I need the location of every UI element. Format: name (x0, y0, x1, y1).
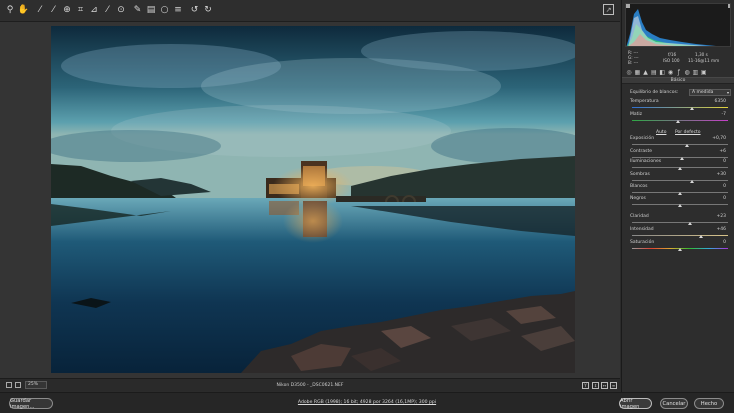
tab-basic-icon[interactable]: ◎ (626, 69, 632, 76)
slider-thumb[interactable] (676, 120, 681, 123)
slider-thumb[interactable] (678, 204, 682, 207)
file-name: Nikon D3500 - _DSC0621.NEF (276, 383, 344, 388)
tab-calibration-icon[interactable]: ◍ (684, 69, 690, 76)
tab-hsl-icon[interactable]: ▤ (651, 69, 657, 76)
settings-menu-icon[interactable]: ≡ (610, 382, 617, 389)
straighten-icon[interactable]: ⊿ (88, 4, 100, 18)
panel-tabs: ◎ ▦ ▲ ▤ ◧ ◉ ƒ ◍ ▥ ▣ (624, 68, 732, 77)
slider-value[interactable]: 0 (706, 159, 726, 164)
white-balance-icon[interactable]: ⁄ (34, 4, 46, 18)
slider-label: Temperatura (630, 99, 659, 104)
adjustment-brush-icon[interactable]: ✎ (132, 4, 144, 18)
tab-snapshots-icon[interactable]: ▣ (701, 69, 707, 76)
chevron-down-icon: ▾ (726, 90, 729, 95)
auto-button[interactable]: Auto (656, 130, 666, 135)
fullscreen-toggle-icon[interactable]: ↗ (603, 4, 614, 15)
zoom-icon[interactable]: ⚲ (4, 4, 16, 18)
slider-value[interactable]: +6 (706, 149, 726, 154)
iso-value: ISO 100 (663, 58, 680, 63)
open-image-button[interactable]: Abrir imagen (619, 398, 652, 410)
slider-label: Saturación (630, 240, 655, 245)
slider-value[interactable]: +30 (706, 172, 727, 177)
tab-detail-icon[interactable]: ▲ (643, 69, 649, 76)
slider-value[interactable]: +0,70 (706, 136, 726, 141)
red-eye-icon[interactable]: ⊙ (115, 4, 127, 18)
white-balance-label: Equilibrio de blancos: (630, 90, 679, 95)
slider-thumb[interactable] (687, 222, 692, 225)
cancel-button[interactable]: Cancelar (660, 398, 688, 409)
slider-label: Blancos (630, 184, 648, 189)
tool-bar: ⚲ ✋ ⁄ ⁄ ⊕ ⌗ ⊿ ⁄ ⊙ ✎ ▤ ○ ≡ ↺ ↻ ↗ (0, 0, 620, 22)
panel-title: Básico (622, 77, 734, 84)
slider-thumb[interactable] (689, 180, 694, 183)
adjustments-panel: R: --- G: --- B: --- f/16 1,30 s ISO 100… (621, 0, 734, 392)
slider-track[interactable] (632, 180, 728, 181)
slider-thumb[interactable] (679, 157, 684, 160)
status-bar: 25% Nikon D3500 - _DSC0621.NEF Y ⇕ ↔ ≡ (0, 378, 620, 391)
filmstrip-toggle-icon[interactable]: Y (582, 382, 589, 389)
bottom-bar: Guardar imagen... Adobe RGB (1998); 16 b… (0, 392, 734, 413)
shadow-clipping-icon[interactable] (626, 4, 630, 8)
slider-label: Sombras (630, 172, 650, 177)
done-button[interactable]: Hecho (694, 398, 724, 409)
targeted-adjustment-icon[interactable]: ⊕ (61, 4, 73, 18)
tool-group: ⚲ ✋ ⁄ ⁄ ⊕ ⌗ ⊿ ⁄ ⊙ ✎ ▤ ○ ≡ ↺ ↻ (4, 4, 216, 18)
slider-value[interactable]: +23 (706, 214, 727, 219)
slider-track[interactable] (632, 107, 728, 108)
swap-settings-icon[interactable]: ↔ (601, 382, 608, 389)
slider-value[interactable]: +46 (706, 227, 727, 232)
image-canvas (0, 22, 620, 378)
aperture-value: f/16 (668, 52, 677, 57)
slider-track[interactable] (632, 222, 728, 223)
highlight-clipping-icon[interactable] (728, 4, 731, 8)
slider-track[interactable] (632, 235, 728, 236)
slider-thumb[interactable] (684, 144, 689, 147)
color-sampler-icon[interactable]: ⁄ (48, 4, 60, 18)
rgb-readout: R: --- G: --- B: --- (628, 50, 639, 65)
lens-value: 11-16@11 mm (688, 58, 720, 63)
radial-filter-icon[interactable]: ○ (159, 4, 171, 18)
slider-label: Matiz (630, 112, 643, 117)
slider-label: Claridad (630, 214, 649, 219)
white-balance-select[interactable]: A medida ▾ (689, 89, 731, 96)
slider-thumb[interactable] (699, 235, 704, 238)
slider-label: Contraste (630, 149, 652, 154)
slider-thumb[interactable] (678, 192, 682, 195)
slider-value[interactable]: 0 (706, 240, 726, 245)
rotate-left-icon[interactable]: ↺ (189, 4, 201, 18)
histogram (625, 3, 731, 47)
histogram-graph (626, 4, 731, 46)
slider-value[interactable]: 6350 (706, 99, 726, 104)
slider-thumb[interactable] (689, 107, 694, 110)
slider-thumb[interactable] (678, 248, 682, 251)
shutter-value: 1,30 s (695, 52, 708, 57)
tab-tone-curve-icon[interactable]: ▦ (634, 69, 640, 76)
slider-label: Exposición (630, 136, 655, 141)
slider-label: Iluminaciones (630, 159, 662, 164)
white-balance-value: A medida (692, 90, 714, 95)
tab-lens-icon[interactable]: ◉ (667, 69, 673, 76)
default-button[interactable]: Por defecto (675, 130, 701, 135)
slider-value[interactable]: -7 (706, 112, 727, 117)
preferences-icon[interactable]: ≡ (172, 4, 184, 18)
slider-label: Negros (630, 196, 646, 201)
photo-preview (51, 26, 575, 373)
crop-icon[interactable]: ⌗ (75, 4, 87, 18)
slider-value[interactable]: 0 (706, 184, 726, 189)
b-value: --- (633, 60, 639, 65)
hand-icon[interactable]: ✋ (18, 4, 30, 18)
spot-removal-icon[interactable]: ⁄ (102, 4, 114, 18)
slider-label: Intensidad (630, 227, 654, 232)
tab-split-toning-icon[interactable]: ◧ (659, 69, 665, 76)
slider-thumb[interactable] (678, 167, 682, 170)
tab-presets-icon[interactable]: ▥ (692, 69, 699, 76)
rotate-right-icon[interactable]: ↻ (202, 4, 214, 18)
castle-photo-image (51, 26, 575, 373)
slider-track[interactable] (632, 144, 728, 145)
before-after-icon[interactable]: ⇕ (592, 382, 599, 389)
tab-effects-icon[interactable]: ƒ (676, 69, 682, 76)
graduated-filter-icon[interactable]: ▤ (145, 4, 157, 18)
b-label: B: (628, 60, 633, 65)
slider-value[interactable]: 0 (706, 196, 726, 201)
